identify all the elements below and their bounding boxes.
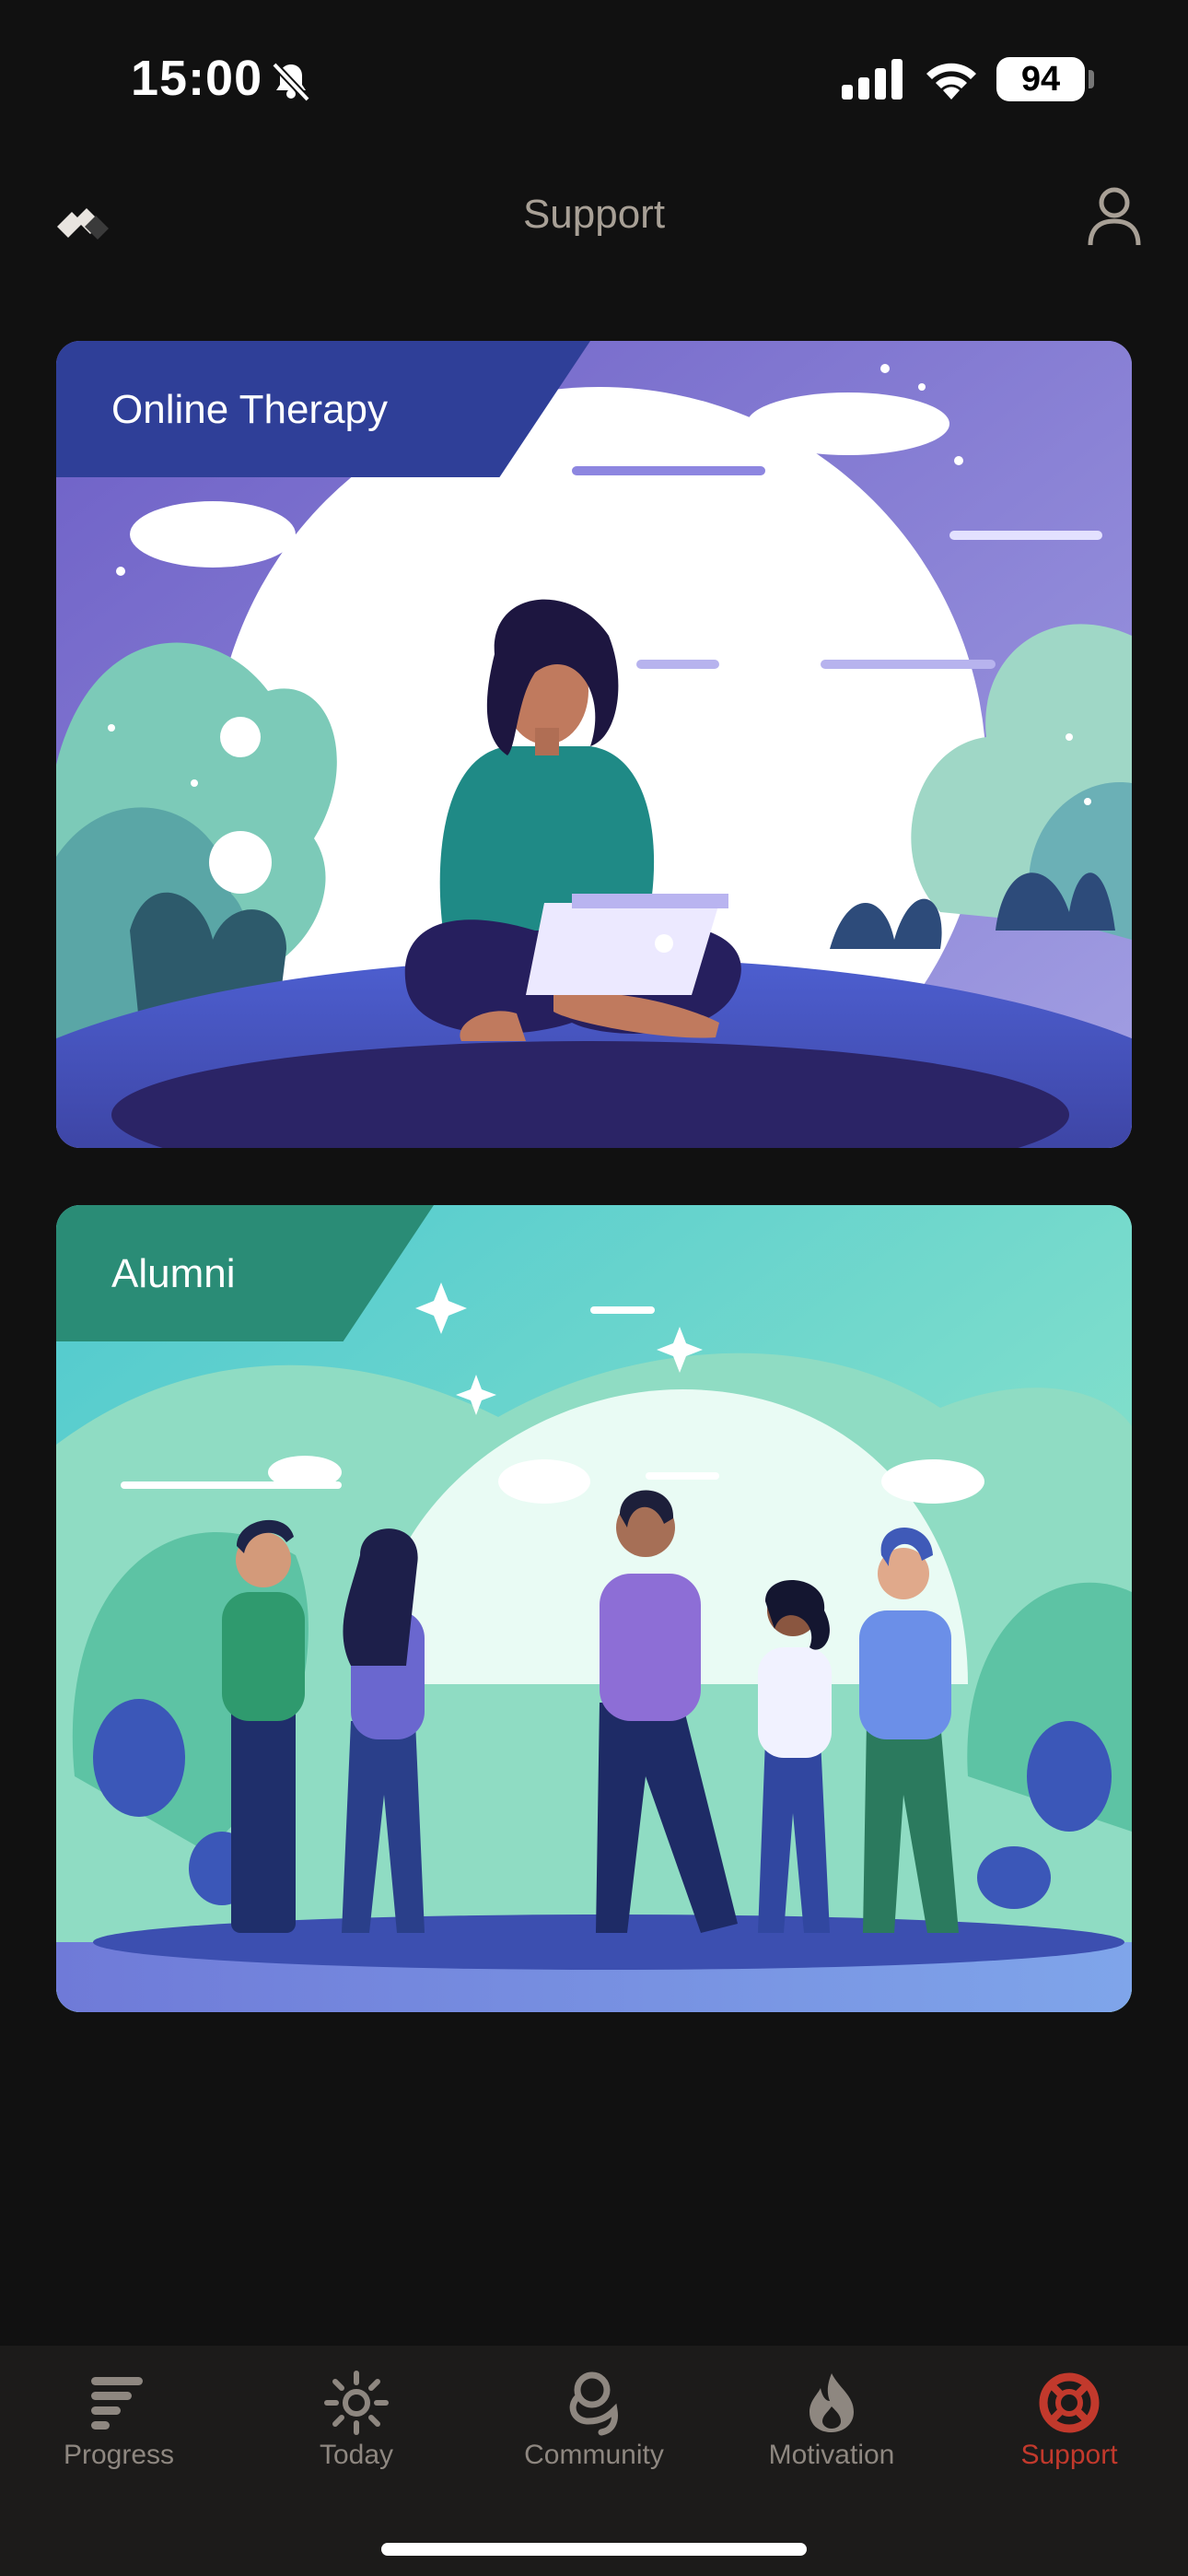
home-indicator[interactable]: [381, 2543, 807, 2556]
page-title: Support: [522, 192, 666, 237]
tab-today[interactable]: Today: [238, 2346, 475, 2502]
bell-muted-icon: [269, 59, 313, 108]
tab-community-label: Community: [524, 2440, 664, 2470]
online-therapy-label: Online Therapy: [56, 341, 590, 477]
wifi-icon: [923, 57, 980, 104]
tab-support[interactable]: Support: [950, 2346, 1188, 2502]
tab-today-label: Today: [319, 2440, 394, 2470]
sun-icon: [238, 2370, 475, 2443]
community-icon: [475, 2370, 713, 2443]
tab-motivation-label: Motivation: [768, 2440, 895, 2470]
status-time: 15:00: [131, 51, 263, 106]
tab-motivation[interactable]: Motivation: [713, 2346, 950, 2502]
progress-icon: [0, 2370, 238, 2443]
profile-icon[interactable]: [1087, 186, 1142, 252]
lifebuoy-icon: [950, 2370, 1188, 2443]
online-therapy-card[interactable]: Online Therapy: [56, 341, 1132, 1148]
app-header: Support: [0, 166, 1188, 267]
tab-progress-label: Progress: [63, 2440, 175, 2470]
tab-community[interactable]: Community: [475, 2346, 713, 2502]
battery-tip: [1089, 70, 1094, 88]
battery-level: 94: [996, 57, 1085, 101]
status-bar: 15:00 94: [0, 0, 1188, 157]
tab-progress[interactable]: Progress: [0, 2346, 238, 2502]
tab-support-label: Support: [1020, 2440, 1118, 2470]
bottom-tab-bar: Progress Today Community Motivation Supp…: [0, 2346, 1188, 2576]
cellular-signal-icon: [842, 59, 904, 104]
flame-icon: [713, 2370, 950, 2443]
alumni-card[interactable]: Alumni: [56, 1205, 1132, 2012]
